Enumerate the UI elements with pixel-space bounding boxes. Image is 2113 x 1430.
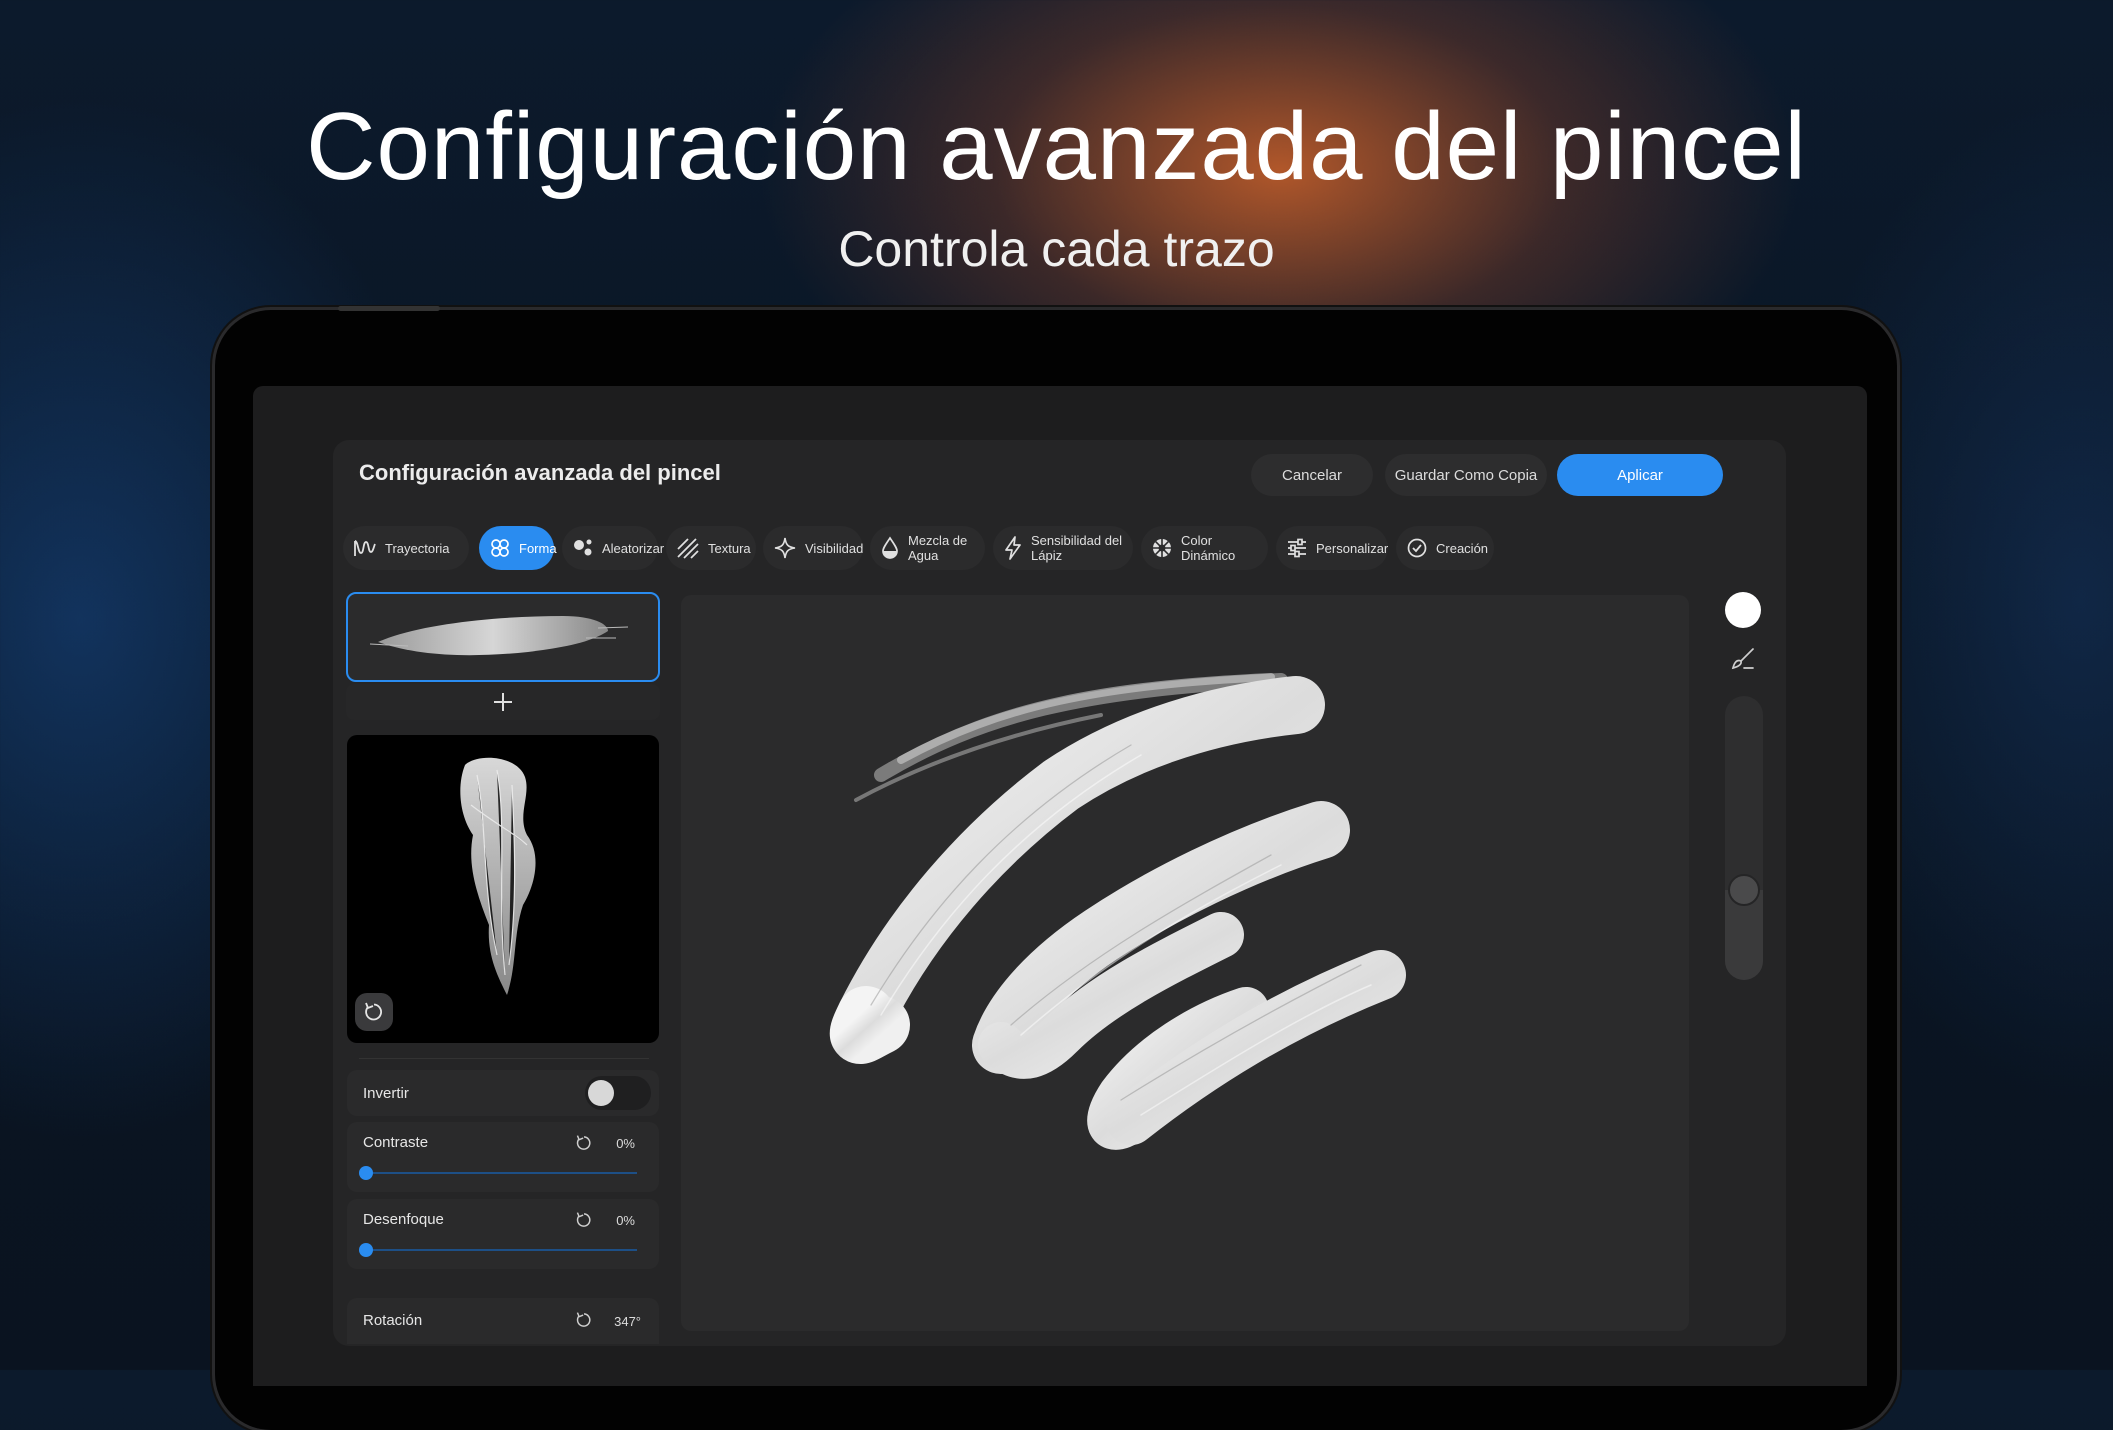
hero-subtitle: Controla cada trazo — [838, 221, 1275, 277]
blur-slider-knob[interactable] — [359, 1243, 373, 1257]
tablet-button — [338, 306, 440, 311]
reset-icon[interactable] — [575, 1311, 593, 1329]
toggle-thumb — [588, 1080, 614, 1106]
add-shape-button[interactable] — [346, 684, 660, 720]
plus-icon — [494, 693, 512, 711]
lightning-icon — [1005, 536, 1021, 560]
tab-label: Color Dinámico — [1181, 533, 1236, 563]
hero-title: Configuración avanzada del pincel — [306, 93, 1807, 200]
tab-label: Visibilidad — [805, 540, 864, 556]
apply-button[interactable]: Aplicar — [1557, 454, 1723, 496]
tab-label: Sensibilidad del Lápiz — [1031, 533, 1123, 563]
hatch-lines-icon — [677, 538, 699, 559]
rotate-icon — [365, 1002, 382, 1021]
tab-personalizar[interactable]: Personalizar — [1276, 526, 1388, 570]
rotation-setting: Rotación 347° — [347, 1298, 659, 1344]
rotation-label: Rotación — [363, 1312, 423, 1329]
contrast-setting: Contraste 0% — [347, 1122, 659, 1192]
shape-source-preview — [347, 735, 659, 1043]
brush-stroke-preview — [830, 673, 1406, 1150]
brush-grain-image — [460, 757, 536, 995]
sparkle-icon — [774, 537, 796, 559]
contrast-label: Contraste — [363, 1134, 429, 1151]
tab-textura[interactable]: Textura — [666, 526, 756, 570]
cancel-button[interactable]: Cancelar — [1251, 454, 1373, 496]
save-copy-button[interactable]: Guardar Como Copia — [1385, 454, 1547, 496]
contrast-slider-knob[interactable] — [359, 1166, 373, 1180]
invert-setting: Invertir — [347, 1070, 659, 1116]
rotate-preview-button[interactable] — [355, 993, 393, 1031]
tab-label: Personalizar — [1316, 540, 1389, 556]
flower-shape-icon — [491, 539, 509, 557]
reset-icon[interactable] — [575, 1134, 593, 1152]
contrast-value: 0% — [616, 1136, 635, 1151]
dots-icon — [574, 539, 592, 556]
tab-visibilidad[interactable]: Visibilidad — [763, 526, 863, 570]
tab-label: Trayectoria — [385, 540, 450, 556]
blur-slider[interactable] — [365, 1249, 637, 1251]
tab-label: Mezcla de Agua — [908, 533, 968, 563]
tab-sensibilidad-del-lapiz[interactable]: Sensibilidad del Lápiz — [993, 526, 1133, 570]
water-drop-icon — [882, 536, 898, 559]
tab-aleatorizar[interactable]: Aleatorizar — [562, 526, 664, 570]
dialog-title: Configuración avanzada del pincel — [359, 460, 721, 485]
check-badge-icon — [1407, 538, 1427, 558]
tab-mezcla-de-agua[interactable]: Mezcla de Agua — [870, 526, 985, 570]
tab-label: Creación — [1436, 540, 1489, 556]
brush-size-slider[interactable] — [1725, 696, 1763, 980]
tab-trayectoria[interactable]: Trayectoria — [343, 526, 469, 570]
brush-shape-thumbnail[interactable] — [346, 592, 660, 682]
invert-toggle[interactable] — [585, 1076, 651, 1110]
tab-label: Aleatorizar — [602, 540, 665, 556]
tab-forma[interactable]: Forma — [479, 526, 557, 570]
blur-setting: Desenfoque 0% — [347, 1199, 659, 1269]
settings-tabs: Trayectoria Forma Aleatorizar Textura Vi… — [343, 526, 1783, 570]
settings-divider — [359, 1058, 649, 1059]
path-wave-icon — [354, 540, 376, 556]
brush-settings-dialog: Configuración avanzada del pincel Cancel… — [333, 440, 1786, 1346]
rotation-value: 347° — [614, 1314, 641, 1329]
tab-label: Forma — [519, 540, 557, 556]
sliders-icon — [1288, 538, 1306, 558]
reset-icon[interactable] — [575, 1211, 593, 1229]
color-wheel-icon — [1153, 539, 1171, 557]
invert-label: Invertir — [363, 1085, 409, 1102]
brush-color-swatch[interactable] — [1725, 592, 1761, 628]
brush-icon[interactable] — [1730, 646, 1756, 672]
tab-color-dinamico[interactable]: Color Dinámico — [1141, 526, 1268, 570]
tab-label: Textura — [708, 540, 751, 556]
contrast-slider[interactable] — [365, 1172, 637, 1174]
brush-preview-canvas[interactable] — [681, 595, 1689, 1331]
tab-creacion[interactable]: Creación — [1396, 526, 1494, 570]
brush-shape-preview — [369, 616, 629, 656]
blur-label: Desenfoque — [363, 1211, 444, 1228]
blur-value: 0% — [616, 1213, 635, 1228]
slider-knob[interactable] — [1728, 874, 1760, 906]
